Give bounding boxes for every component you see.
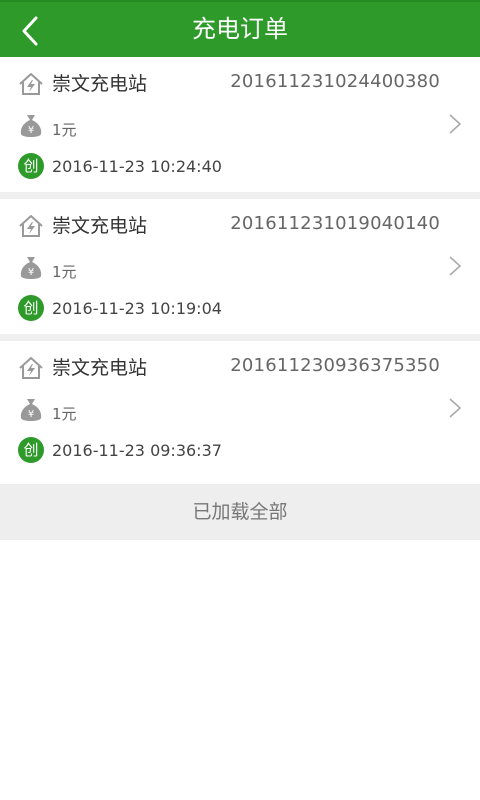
svg-text:¥: ¥ — [28, 125, 34, 136]
chevron-right-icon — [449, 398, 462, 418]
chevron-right-icon — [449, 114, 462, 134]
created-time: 2016-11-23 09:36:37 — [52, 441, 222, 460]
created-time: 2016-11-23 10:19:04 — [52, 299, 222, 318]
order-amount: 1元 — [52, 405, 77, 423]
svg-text:¥: ¥ — [28, 409, 34, 420]
order-number: 201611231019040140 — [230, 213, 440, 234]
house-bolt-icon — [19, 73, 43, 95]
order-item[interactable]: 崇文充电站 201611230936375350 ¥ 1元 创 2016-11-… — [0, 341, 480, 476]
order-number: 201611230936375350 — [230, 355, 440, 376]
separator — [0, 334, 480, 341]
order-item[interactable]: 崇文充电站 201611231024400380 ¥ 1元 创 2016-11-… — [0, 57, 480, 192]
order-item[interactable]: 崇文充电站 201611231019040140 ¥ 1元 创 2016-11-… — [0, 199, 480, 334]
order-amount: 1元 — [52, 121, 77, 139]
order-list: 崇文充电站 201611231024400380 ¥ 1元 创 2016-11-… — [0, 57, 480, 476]
money-bag-icon: ¥ — [20, 115, 42, 137]
station-name: 崇文充电站 — [52, 215, 148, 237]
order-amount: 1元 — [52, 263, 77, 281]
load-all-indicator: 已加载全部 — [0, 484, 480, 540]
separator — [0, 192, 480, 199]
house-bolt-icon — [19, 357, 43, 379]
station-name: 崇文充电站 — [52, 73, 148, 95]
svg-text:¥: ¥ — [28, 267, 34, 278]
app-header: 充电订单 — [0, 0, 480, 57]
created-badge: 创 — [18, 295, 44, 321]
money-bag-icon: ¥ — [20, 399, 42, 421]
station-name: 崇文充电站 — [52, 357, 148, 379]
money-bag-icon: ¥ — [20, 257, 42, 279]
order-number: 201611231024400380 — [230, 71, 440, 92]
page-title: 充电订单 — [192, 15, 288, 43]
chevron-right-icon — [449, 256, 462, 276]
created-badge: 创 — [18, 437, 44, 463]
house-bolt-icon — [19, 215, 43, 237]
created-time: 2016-11-23 10:24:40 — [52, 157, 222, 176]
created-badge: 创 — [18, 153, 44, 179]
